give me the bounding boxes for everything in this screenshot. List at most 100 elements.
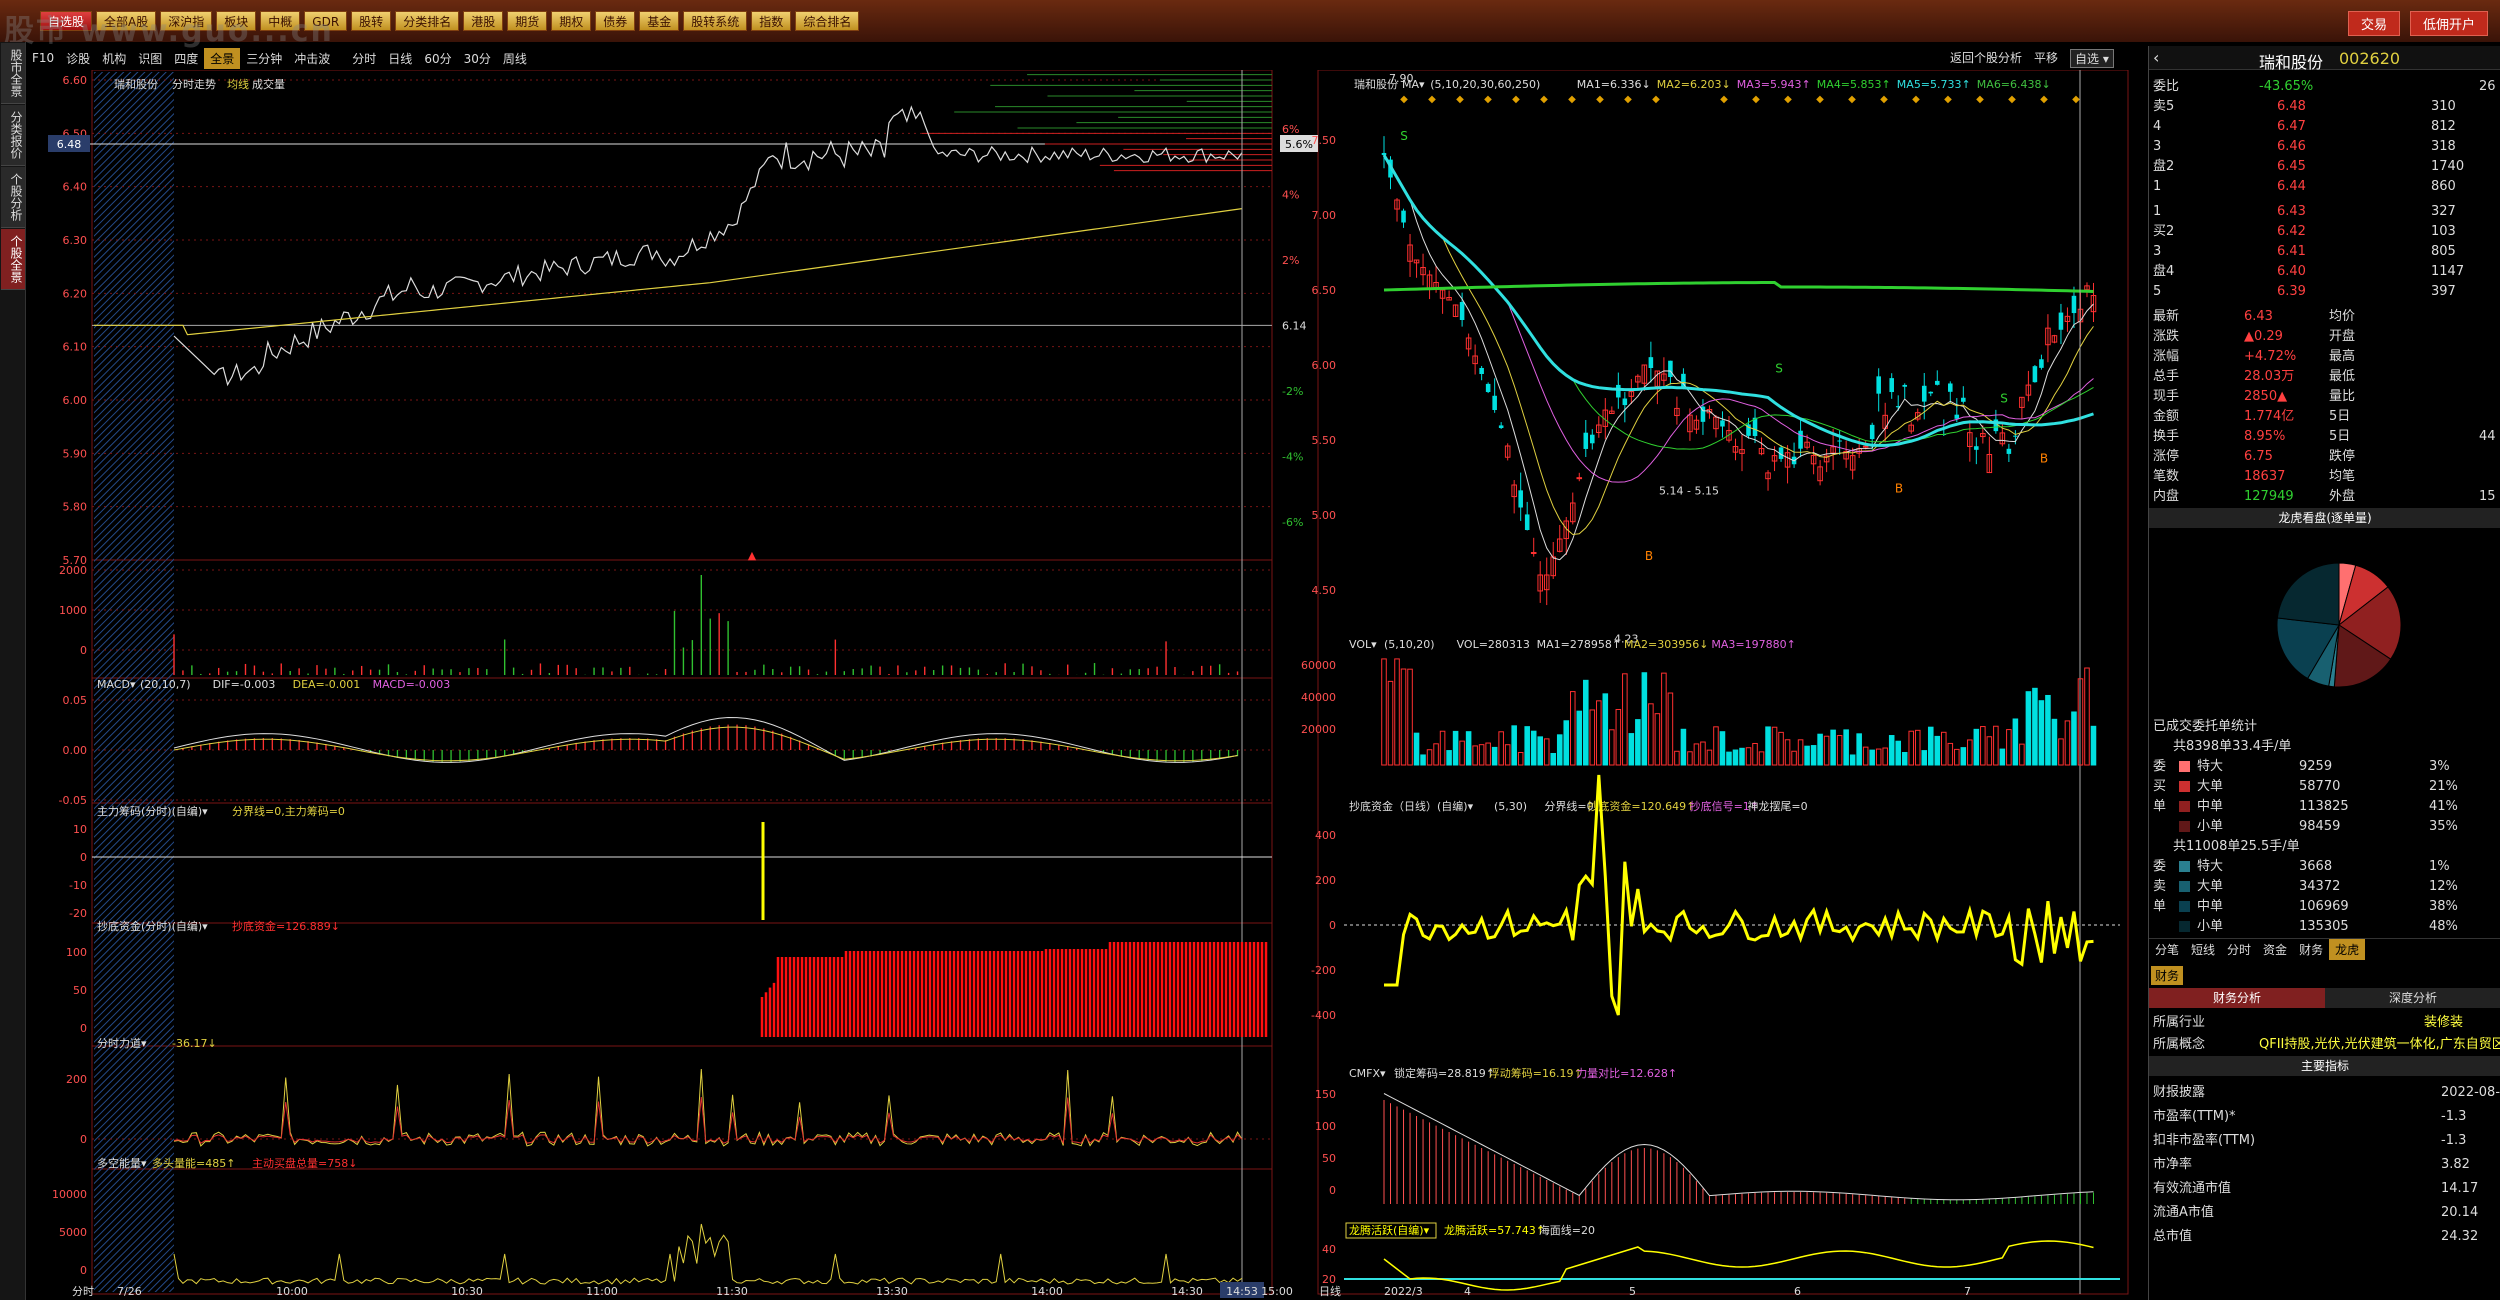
daily-vol-bar xyxy=(1543,738,1550,766)
daily-vol-bar xyxy=(1726,751,1732,766)
daily-vol-bar xyxy=(1596,700,1602,766)
daily-vol-bar xyxy=(1706,749,1713,766)
back-arrow[interactable]: ‹ xyxy=(2153,48,2159,67)
sell-stat-0: 委 特大 3668 1% xyxy=(2149,856,2500,877)
sell-row-2-cell-0: 3 xyxy=(2153,139,2162,154)
lt-hdr-1: 海面线=20 xyxy=(1539,1223,1595,1237)
sub-tab-8[interactable]: 分时 xyxy=(346,48,382,69)
daily-vol-bar xyxy=(1420,754,1426,766)
fin-tab[interactable]: 财务 xyxy=(2151,966,2184,985)
fin-row-0-cell-1: 2022-08-30 xyxy=(2441,1085,2500,1100)
quote-tab-2[interactable]: 分时 xyxy=(2221,939,2257,960)
market-button-9[interactable]: 期货 xyxy=(507,11,548,31)
fin-subtab-1[interactable]: 深度分析 xyxy=(2325,988,2500,1008)
left-tab-0[interactable]: 股市全景 xyxy=(1,43,25,104)
quote-tab-0[interactable]: 分笔 xyxy=(2149,939,2185,960)
stat-row-3: 总手 28.03万 最低 xyxy=(2149,366,2500,387)
daily-vol-bar xyxy=(1771,726,1778,766)
sell-summary: 共11008单25.5手/单 xyxy=(2149,836,2500,857)
sub-tab-0[interactable]: F10 xyxy=(26,49,60,67)
fin-subtab-0[interactable]: 财务分析 xyxy=(2149,988,2325,1008)
signal-diamond: ◆ xyxy=(1512,94,1520,105)
left-tab-strip: 股市全景 分类报价 个股分析 个股全景 xyxy=(0,42,26,1300)
sub-tab-2[interactable]: 机构 xyxy=(96,48,132,69)
signal-diamond: ◆ xyxy=(2008,94,2016,105)
quote-tab-5[interactable]: 龙虎 xyxy=(2329,939,2366,960)
sub-tab-3[interactable]: 识图 xyxy=(132,48,168,69)
sub-right-1[interactable]: 平移 xyxy=(2034,49,2058,68)
fin-row-5-cell-1: 20.14 xyxy=(2441,1205,2479,1220)
market-button-8[interactable]: 港股 xyxy=(463,11,504,31)
sell-stat-0-cell-3: 1% xyxy=(2429,859,2450,874)
current-price-label: 6.48 xyxy=(57,138,82,151)
market-button-3[interactable]: 板块 xyxy=(216,11,257,31)
buy-stat-2-cell-0: 单 xyxy=(2153,799,2167,814)
stat-row-9-cell-2: 外盘 xyxy=(2329,489,2356,504)
signal-diamond: ◆ xyxy=(1752,94,1760,105)
quote-tab-1[interactable]: 短线 xyxy=(2185,939,2221,960)
wb-row-cell-0: 委比 xyxy=(2153,79,2180,94)
daily-vol-bar xyxy=(2006,729,2012,766)
left-tab-2[interactable]: 个股分析 xyxy=(1,167,25,228)
market-button-14[interactable]: 指数 xyxy=(751,11,792,31)
market-button-10[interactable]: 期权 xyxy=(551,11,592,31)
sub-tab-5[interactable]: 全景 xyxy=(204,47,241,69)
fin-row-5: 流通A市值 20.14 xyxy=(2149,1202,2500,1223)
market-button-15[interactable]: 综合排名 xyxy=(795,11,860,31)
daily-vol-tick-1: 40000 xyxy=(1301,691,1336,704)
macd-hdr-2: DIF=-0.003 xyxy=(213,678,276,691)
market-button-6[interactable]: 股转 xyxy=(351,11,392,31)
market-button-5[interactable]: GDR xyxy=(304,11,348,31)
daily-vol-hdr-2: MA1=278958↑ xyxy=(1537,638,1621,651)
kline-body-up xyxy=(1530,552,1537,554)
market-button-1[interactable]: 全部A股 xyxy=(96,11,157,31)
quote-tab-3[interactable]: 资金 xyxy=(2257,939,2293,960)
sub-right-2[interactable]: 自选 ▾ xyxy=(2070,49,2114,68)
daily-vol-bar xyxy=(1550,752,1557,766)
sub-tab-11[interactable]: 30分 xyxy=(458,48,497,69)
stat-row-0-cell-2: 均价 xyxy=(2329,309,2356,324)
daily-vol-bar xyxy=(1583,679,1589,766)
buy-stat-2: 单 中单 113825 41% xyxy=(2149,796,2500,817)
sub-right-0[interactable]: 返回个股分析 xyxy=(1950,49,2022,68)
sell-stat-1-cell-3: 12% xyxy=(2429,879,2458,894)
market-button-2[interactable]: 深沪指 xyxy=(160,11,213,31)
daily-vol-bar xyxy=(1394,658,1400,766)
left-tab-3[interactable]: 个股全景 xyxy=(1,229,25,290)
stat-row-7-cell-2: 跌停 xyxy=(2329,449,2356,464)
open-account-button[interactable]: 低佣开户 xyxy=(2409,11,2488,36)
buy-row-4: 5 6.39 397 xyxy=(2149,281,2500,302)
sub-tab-4[interactable]: 四度 xyxy=(168,48,204,69)
sub-tab-7[interactable]: 冲击波 xyxy=(288,48,336,69)
stat-row-4-cell-1: 2850▲ xyxy=(2244,389,2288,404)
sub-tab-6[interactable]: 三分钟 xyxy=(240,48,288,69)
kline-body-down xyxy=(1590,434,1595,444)
daily-ma-line-1 xyxy=(1383,154,2094,536)
daily-vol-bar xyxy=(2012,718,2019,766)
left-tab-1[interactable]: 分类报价 xyxy=(1,105,25,166)
cmfx-tick-3: 0 xyxy=(1329,1184,1336,1197)
daily-ma-hdr-5: MA4=5.853↑ xyxy=(1817,78,1891,91)
sub-tab-10[interactable]: 60分 xyxy=(418,48,457,69)
daily-cd-tick-1: 200 xyxy=(1315,874,1336,887)
sub-tab-12[interactable]: 周线 xyxy=(497,48,533,69)
market-button-4[interactable]: 中概 xyxy=(260,11,301,31)
sell-stat-3-cell-3: 48% xyxy=(2429,919,2458,934)
market-button-11[interactable]: 债券 xyxy=(595,11,636,31)
trade-button[interactable]: 交易 xyxy=(2347,11,2400,36)
sub-tab-1[interactable]: 诊股 xyxy=(60,48,96,69)
signal-diamond: ◆ xyxy=(1784,94,1792,105)
sell-stat-swatch-0 xyxy=(2179,861,2190,872)
cmfx-line xyxy=(1383,1093,2094,1201)
price-tick-7: 5.90 xyxy=(63,447,88,460)
daily-vol-bar xyxy=(2019,743,2025,766)
sub-tab-9[interactable]: 日线 xyxy=(382,48,418,69)
quote-tab-4[interactable]: 财务 xyxy=(2293,939,2329,960)
daily-cd-tick-2: 0 xyxy=(1329,919,1336,932)
market-button-12[interactable]: 基金 xyxy=(639,11,680,31)
market-button-13[interactable]: 股转系统 xyxy=(683,11,748,31)
market-button-0[interactable]: 自选股 xyxy=(40,11,93,31)
market-button-7[interactable]: 分类排名 xyxy=(395,11,460,31)
stat-row-2-cell-2: 最高 xyxy=(2329,349,2356,364)
concept-row-cell-1: QFII持股,光伏,光伏建筑一体化,广东自贸区,量化 xyxy=(2259,1037,2500,1052)
